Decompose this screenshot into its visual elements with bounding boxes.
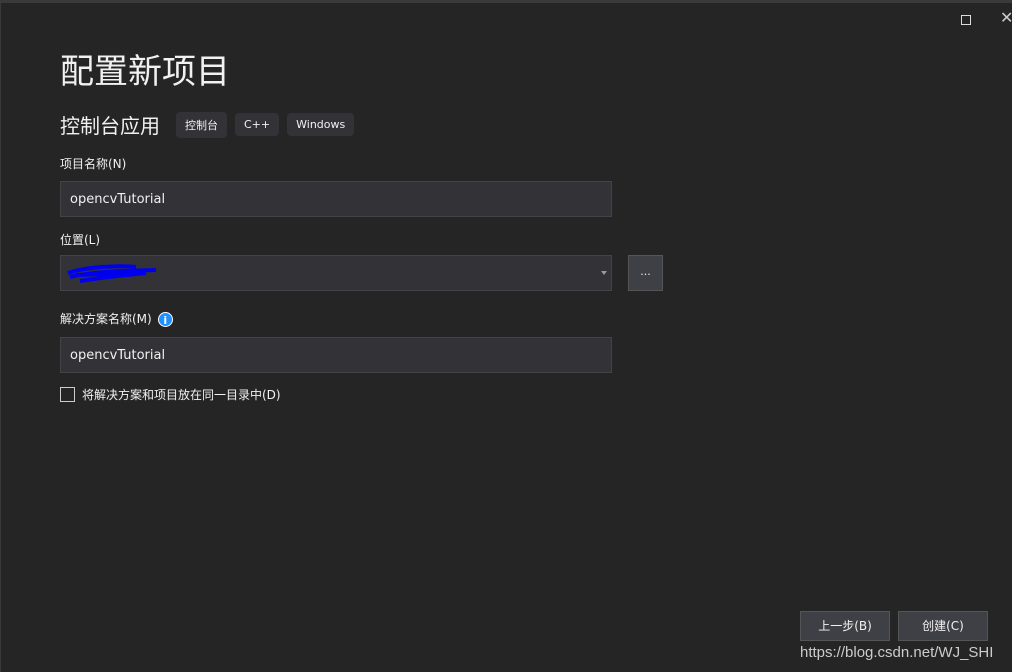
- template-info: 控制台应用 控制台 C++ Windows: [60, 110, 355, 139]
- close-button[interactable]: ✕: [1000, 8, 1012, 27]
- create-button[interactable]: 创建(C): [898, 611, 988, 641]
- solution-name-label-row: 解决方案名称(M) i: [60, 310, 173, 327]
- tag: 控制台: [176, 111, 227, 138]
- solution-name-label: 解决方案名称(M): [60, 312, 152, 326]
- title-bar-border: [0, 0, 1012, 3]
- window-border: [0, 0, 1, 672]
- same-directory-checkbox[interactable]: 将解决方案和项目放在同一目录中(D): [60, 386, 281, 403]
- page-title: 配置新项目: [60, 52, 230, 92]
- watermark: https://blog.csdn.net/WJ_SHI: [800, 644, 994, 661]
- chevron-down-icon[interactable]: [601, 271, 607, 278]
- maximize-icon: [961, 15, 971, 25]
- location-label: 位置(L): [60, 233, 101, 247]
- template-name: 控制台应用: [60, 114, 160, 138]
- tag: C++: [235, 113, 280, 136]
- checkbox-box[interactable]: [60, 387, 75, 402]
- redacted-scribble: [67, 264, 157, 283]
- back-button[interactable]: 上一步(B): [800, 611, 890, 641]
- tag: Windows: [287, 113, 355, 136]
- info-icon[interactable]: i: [157, 312, 173, 327]
- checkbox-label: 将解决方案和项目放在同一目录中(D): [82, 388, 281, 402]
- project-name-label: 项目名称(N): [60, 157, 127, 171]
- close-icon: ✕: [1000, 8, 1012, 27]
- browse-button[interactable]: ...: [628, 255, 663, 291]
- project-name-input[interactable]: opencvTutorial: [60, 181, 612, 217]
- solution-name-input[interactable]: opencvTutorial: [60, 337, 612, 373]
- location-combobox[interactable]: [60, 255, 612, 291]
- maximize-button[interactable]: [955, 9, 977, 31]
